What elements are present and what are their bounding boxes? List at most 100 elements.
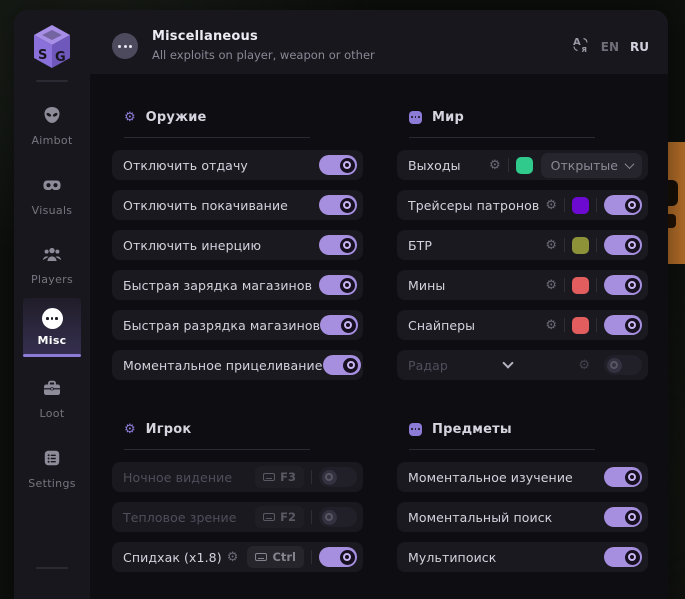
section-title: Предметы (432, 422, 512, 437)
gear-icon[interactable]: ⚙ (227, 551, 239, 564)
svg-text:S: S (38, 48, 47, 63)
toggle-switch[interactable] (604, 467, 642, 487)
row-label: Мультипоиск (408, 550, 496, 565)
sidebar-divider-bottom (36, 567, 68, 569)
ellipsis-circle-icon (42, 308, 63, 329)
hotkey-label: Ctrl (272, 550, 296, 564)
section-player: ⚙ Игрок Ночное видение F3 Тепловое зрени… (112, 407, 363, 582)
gear-icon[interactable]: ⚙ (545, 279, 557, 292)
row-fast-reload: Быстрая зарядка магазинов (112, 270, 363, 300)
sidebar-item-visuals[interactable]: Visuals (23, 168, 81, 224)
gear-icon: ⚙ (124, 111, 136, 124)
toggle-switch[interactable] (319, 155, 357, 175)
sidebar: S G Aimbot (14, 10, 90, 599)
color-swatch[interactable] (572, 277, 589, 294)
exits-dropdown[interactable]: Открытые (541, 153, 642, 178)
sidebar-item-loot[interactable]: Loot (23, 371, 81, 427)
toggle-switch[interactable] (604, 235, 642, 255)
row-label: Отключить отдачу (123, 158, 248, 173)
row-label: Трейсеры патронов (408, 198, 539, 213)
toggle-switch[interactable] (604, 275, 642, 295)
sidebar-item-label: Players (31, 273, 73, 286)
gear-icon[interactable]: ⚙ (545, 239, 557, 252)
hotkey-badge[interactable]: Ctrl (247, 546, 304, 568)
gear-icon[interactable]: ⚙ (545, 319, 557, 332)
vr-goggles-icon (42, 175, 62, 199)
row-label: Моментальный поиск (408, 510, 552, 525)
color-swatch[interactable] (572, 237, 589, 254)
expand-chevron-icon[interactable] (502, 357, 513, 368)
section-divider (409, 449, 595, 450)
toggle-switch[interactable] (319, 547, 357, 567)
background-game-fragment (668, 142, 685, 264)
dots-square-icon (409, 111, 422, 124)
row-instant-search: Моментальный поиск (397, 502, 648, 532)
section-title: Игрок (146, 422, 192, 437)
toggle-switch[interactable] (319, 507, 357, 527)
toggle-switch[interactable] (604, 195, 642, 215)
sidebar-item-misc[interactable]: Misc (23, 298, 81, 357)
keyboard-icon (263, 473, 275, 482)
row-instant-examine: Моментальное изучение (397, 462, 648, 492)
color-swatch[interactable] (572, 197, 589, 214)
toggle-switch[interactable] (323, 355, 361, 375)
svg-text:я: я (581, 45, 586, 54)
keyboard-icon (263, 513, 275, 522)
row-no-sway: Отключить покачивание (112, 190, 363, 220)
sidebar-item-players[interactable]: Players (23, 237, 81, 293)
section-divider (409, 137, 595, 138)
row-snipers: Снайперы ⚙ (397, 310, 648, 340)
briefcase-icon (42, 378, 62, 402)
sidebar-item-label: Misc (38, 334, 67, 347)
app-logo-icon: S G (29, 22, 75, 72)
sidebar-item-label: Settings (28, 477, 76, 490)
gear-icon[interactable]: ⚙ (489, 159, 501, 172)
section-weapon: ⚙ Оружие Отключить отдачу Отключить пока… (112, 95, 363, 390)
page-title: Miscellaneous (152, 29, 258, 44)
dots-square-icon (409, 423, 422, 436)
row-label: БТР (408, 238, 432, 253)
toggle-switch[interactable] (319, 235, 357, 255)
color-swatch[interactable] (572, 317, 589, 334)
sidebar-item-aimbot[interactable]: Aimbot (23, 98, 81, 154)
toggle-switch[interactable] (604, 547, 642, 567)
app-window: S G Aimbot (14, 10, 668, 599)
row-label: Быстрая зарядка магазинов (123, 278, 312, 293)
row-no-inertia: Отключить инерцию (112, 230, 363, 260)
gear-icon: ⚙ (124, 423, 136, 436)
gear-icon[interactable]: ⚙ (578, 359, 590, 372)
toggle-switch[interactable] (604, 315, 642, 335)
toggle-switch[interactable] (319, 275, 357, 295)
lang-ru-button[interactable]: RU (630, 40, 649, 54)
page-subtitle: All exploits on player, weapon or other (152, 48, 375, 62)
toggle-switch[interactable] (319, 467, 357, 487)
row-multi-search: Мультипоиск (397, 542, 648, 572)
chevron-down-icon (625, 159, 635, 169)
row-label: Отключить инерцию (123, 238, 261, 253)
toggle-switch[interactable] (320, 315, 358, 335)
row-label: Отключить покачивание (123, 198, 288, 213)
color-swatch[interactable] (516, 157, 533, 174)
lang-en-button[interactable]: EN (601, 40, 619, 54)
hotkey-label: F2 (280, 510, 296, 524)
toggle-switch[interactable] (604, 355, 642, 375)
page-icon-ellipsis (112, 33, 138, 59)
section-title: Мир (432, 110, 464, 125)
toggle-switch[interactable] (604, 507, 642, 527)
row-label: Моментальное прицеливание (123, 358, 323, 373)
alien-icon (42, 105, 62, 129)
dropdown-value: Открытые (551, 158, 618, 173)
row-radar: Радар ⚙ (397, 350, 648, 380)
row-exits: Выходы ⚙ Открытые (397, 150, 648, 180)
row-label: Ночное видение (123, 470, 232, 485)
hotkey-badge[interactable]: F3 (255, 466, 304, 488)
players-icon (42, 244, 62, 268)
row-label: Мины (408, 278, 445, 293)
gear-icon[interactable]: ⚙ (545, 199, 557, 212)
hotkey-badge[interactable]: F2 (255, 506, 304, 528)
toggle-switch[interactable] (319, 195, 357, 215)
row-night-vision: Ночное видение F3 (112, 462, 363, 492)
row-label: Быстрая разрядка магазинов (123, 318, 320, 333)
sidebar-item-settings[interactable]: Settings (23, 441, 81, 497)
section-title: Оружие (146, 110, 207, 125)
